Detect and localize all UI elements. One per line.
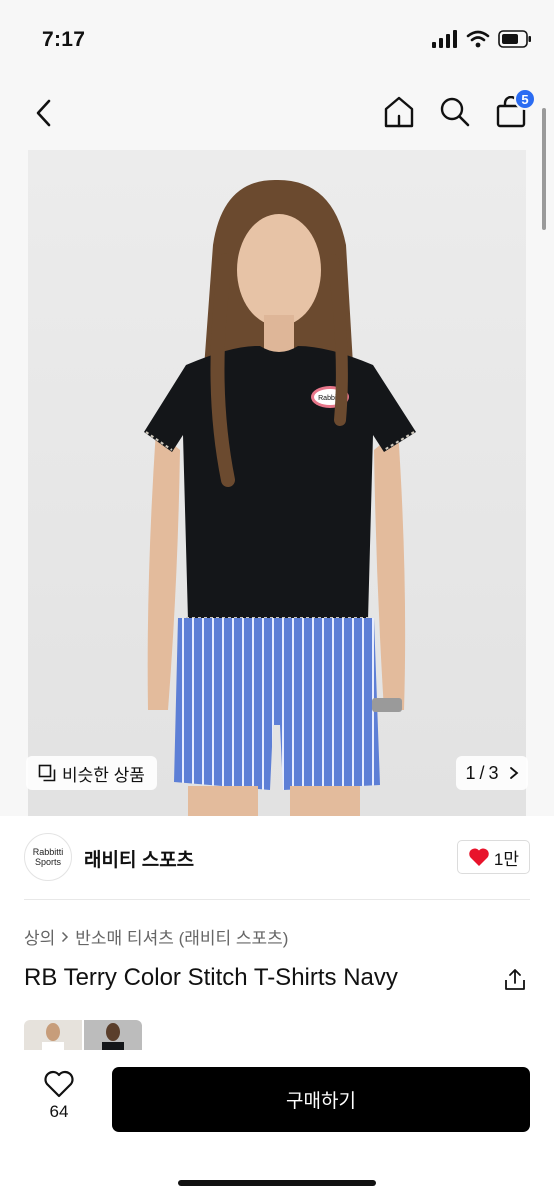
cart-count-badge: 5 bbox=[514, 88, 536, 110]
bottom-action-bar: 64 구매하기 bbox=[0, 1050, 554, 1200]
copy-icon bbox=[38, 764, 56, 782]
image-page-counter[interactable]: 1 / 3 bbox=[456, 756, 528, 790]
search-icon bbox=[440, 97, 470, 127]
brand-logo[interactable]: Rabbitti Sports bbox=[24, 833, 72, 881]
home-icon bbox=[384, 96, 414, 128]
battery-icon bbox=[498, 30, 531, 48]
heart-filled-icon bbox=[469, 848, 489, 866]
share-button[interactable] bbox=[502, 966, 528, 994]
page-total: 3 bbox=[488, 762, 499, 783]
breadcrumb-subcategory[interactable]: 반소매 티셔츠 (래비티 스포츠) bbox=[75, 924, 288, 949]
home-indicator bbox=[178, 1180, 376, 1186]
page-separator: / bbox=[479, 762, 485, 783]
brand-logo-line1: Rabbitti bbox=[32, 847, 64, 857]
chevron-right-icon bbox=[509, 767, 518, 779]
thumbnail-white-image bbox=[42, 1023, 64, 1050]
similar-products-button[interactable]: 비슷한 상품 bbox=[26, 756, 157, 790]
brand-name[interactable]: 래비티 스포츠 bbox=[84, 845, 194, 872]
chevron-right-icon bbox=[62, 931, 69, 942]
thumbnail-navy-image bbox=[102, 1023, 124, 1050]
thumbnail-white[interactable] bbox=[24, 1020, 82, 1050]
scrollbar[interactable] bbox=[542, 108, 546, 230]
brand-logo-line2: Sports bbox=[34, 857, 61, 867]
buy-button[interactable]: 구매하기 bbox=[112, 1067, 530, 1132]
home-button[interactable] bbox=[382, 94, 416, 130]
cart-button[interactable]: 5 bbox=[494, 88, 536, 130]
top-navigation: 5 bbox=[0, 80, 554, 150]
brand-like-count: 1만 bbox=[493, 849, 519, 869]
wishlist-button[interactable]: 64 bbox=[34, 1070, 84, 1130]
wishlist-count: 64 bbox=[49, 1102, 69, 1121]
product-gallery: Rabbitti 비슷한 상품 1 / 3 bbox=[0, 150, 554, 816]
heart-outline-icon bbox=[44, 1070, 74, 1098]
similar-products-label: 비슷한 상품 bbox=[62, 765, 145, 785]
color-thumbnails bbox=[24, 1020, 142, 1050]
breadcrumb: 상의 반소매 티셔츠 (래비티 스포츠) bbox=[24, 924, 288, 949]
brand-row: Rabbitti Sports 래비티 스포츠 1만 bbox=[24, 816, 530, 900]
status-bar: 7:17 bbox=[0, 0, 554, 80]
status-icons bbox=[432, 30, 532, 48]
search-button[interactable] bbox=[438, 94, 472, 130]
back-icon bbox=[36, 99, 51, 127]
model-photo: Rabbitti bbox=[28, 150, 526, 816]
breadcrumb-category[interactable]: 상의 bbox=[24, 924, 55, 949]
product-title: RB Terry Color Stitch T-Shirts Navy bbox=[24, 964, 398, 991]
brand-like-button[interactable]: 1만 bbox=[456, 840, 530, 874]
header-actions: 5 bbox=[382, 88, 536, 130]
thumbnail-navy[interactable] bbox=[84, 1020, 142, 1050]
wifi-icon bbox=[466, 30, 490, 48]
page-current: 1 bbox=[465, 762, 476, 783]
product-image[interactable]: Rabbitti bbox=[28, 150, 526, 816]
signal-icon bbox=[432, 30, 457, 48]
status-time: 7:17 bbox=[42, 28, 86, 51]
back-button[interactable] bbox=[28, 96, 58, 130]
share-icon bbox=[505, 969, 525, 990]
